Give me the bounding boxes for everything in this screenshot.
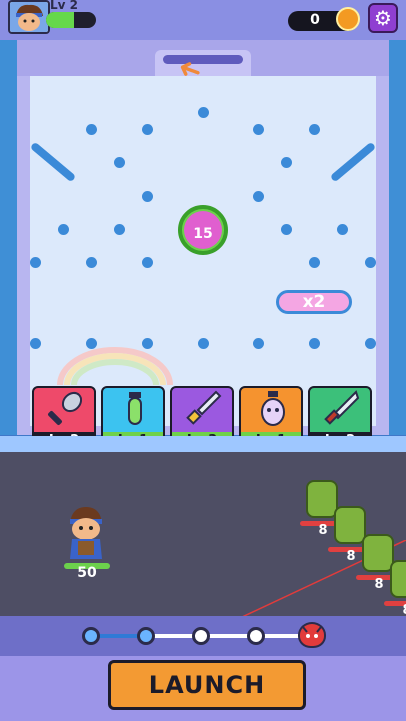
peg <box>253 124 264 135</box>
peg <box>142 191 153 202</box>
knife-icon <box>310 388 374 432</box>
progress-node <box>137 627 155 645</box>
goblin-enemy <box>334 506 366 544</box>
player-avatar[interactable] <box>8 0 50 34</box>
potion-icon <box>103 388 167 432</box>
hero-character <box>64 505 108 561</box>
peg <box>114 157 125 168</box>
peg <box>142 257 153 268</box>
launch-button[interactable]: LAUNCH <box>108 660 306 710</box>
coin-icon <box>336 7 360 31</box>
peg <box>114 224 125 235</box>
peg <box>365 338 376 349</box>
player-level: Lv 2 <box>50 0 78 12</box>
bumper-value: 15 <box>193 226 213 242</box>
skull-potion-icon <box>241 388 305 432</box>
progress-node <box>247 627 265 645</box>
peg <box>253 191 264 202</box>
peg <box>30 338 41 349</box>
settings-button[interactable]: ⚙ <box>368 3 398 33</box>
peg <box>309 124 320 135</box>
peg <box>30 257 41 268</box>
mace-icon <box>34 388 98 432</box>
dagger-icon <box>172 388 236 432</box>
peg <box>309 338 320 349</box>
multiplier-label: x2 <box>302 292 326 312</box>
goblin-enemy <box>390 560 406 598</box>
progress-node <box>192 627 210 645</box>
peg <box>86 257 97 268</box>
xp-fill <box>46 12 74 28</box>
hero-hp: 50 <box>77 565 97 581</box>
peg <box>86 124 97 135</box>
boss-icon <box>298 622 326 648</box>
peg <box>198 107 209 118</box>
peg <box>142 124 153 135</box>
peg <box>337 224 348 235</box>
peg <box>281 224 292 235</box>
peg <box>281 157 292 168</box>
coin-count: 0 <box>310 12 320 28</box>
peg <box>253 338 264 349</box>
gear-icon: ⚙ <box>374 6 392 30</box>
peg <box>58 224 69 235</box>
peg <box>365 257 376 268</box>
xp-bar <box>46 12 96 28</box>
rainbow-decoration <box>57 347 173 385</box>
progress-node <box>82 627 100 645</box>
peg <box>198 338 209 349</box>
peg <box>309 257 320 268</box>
